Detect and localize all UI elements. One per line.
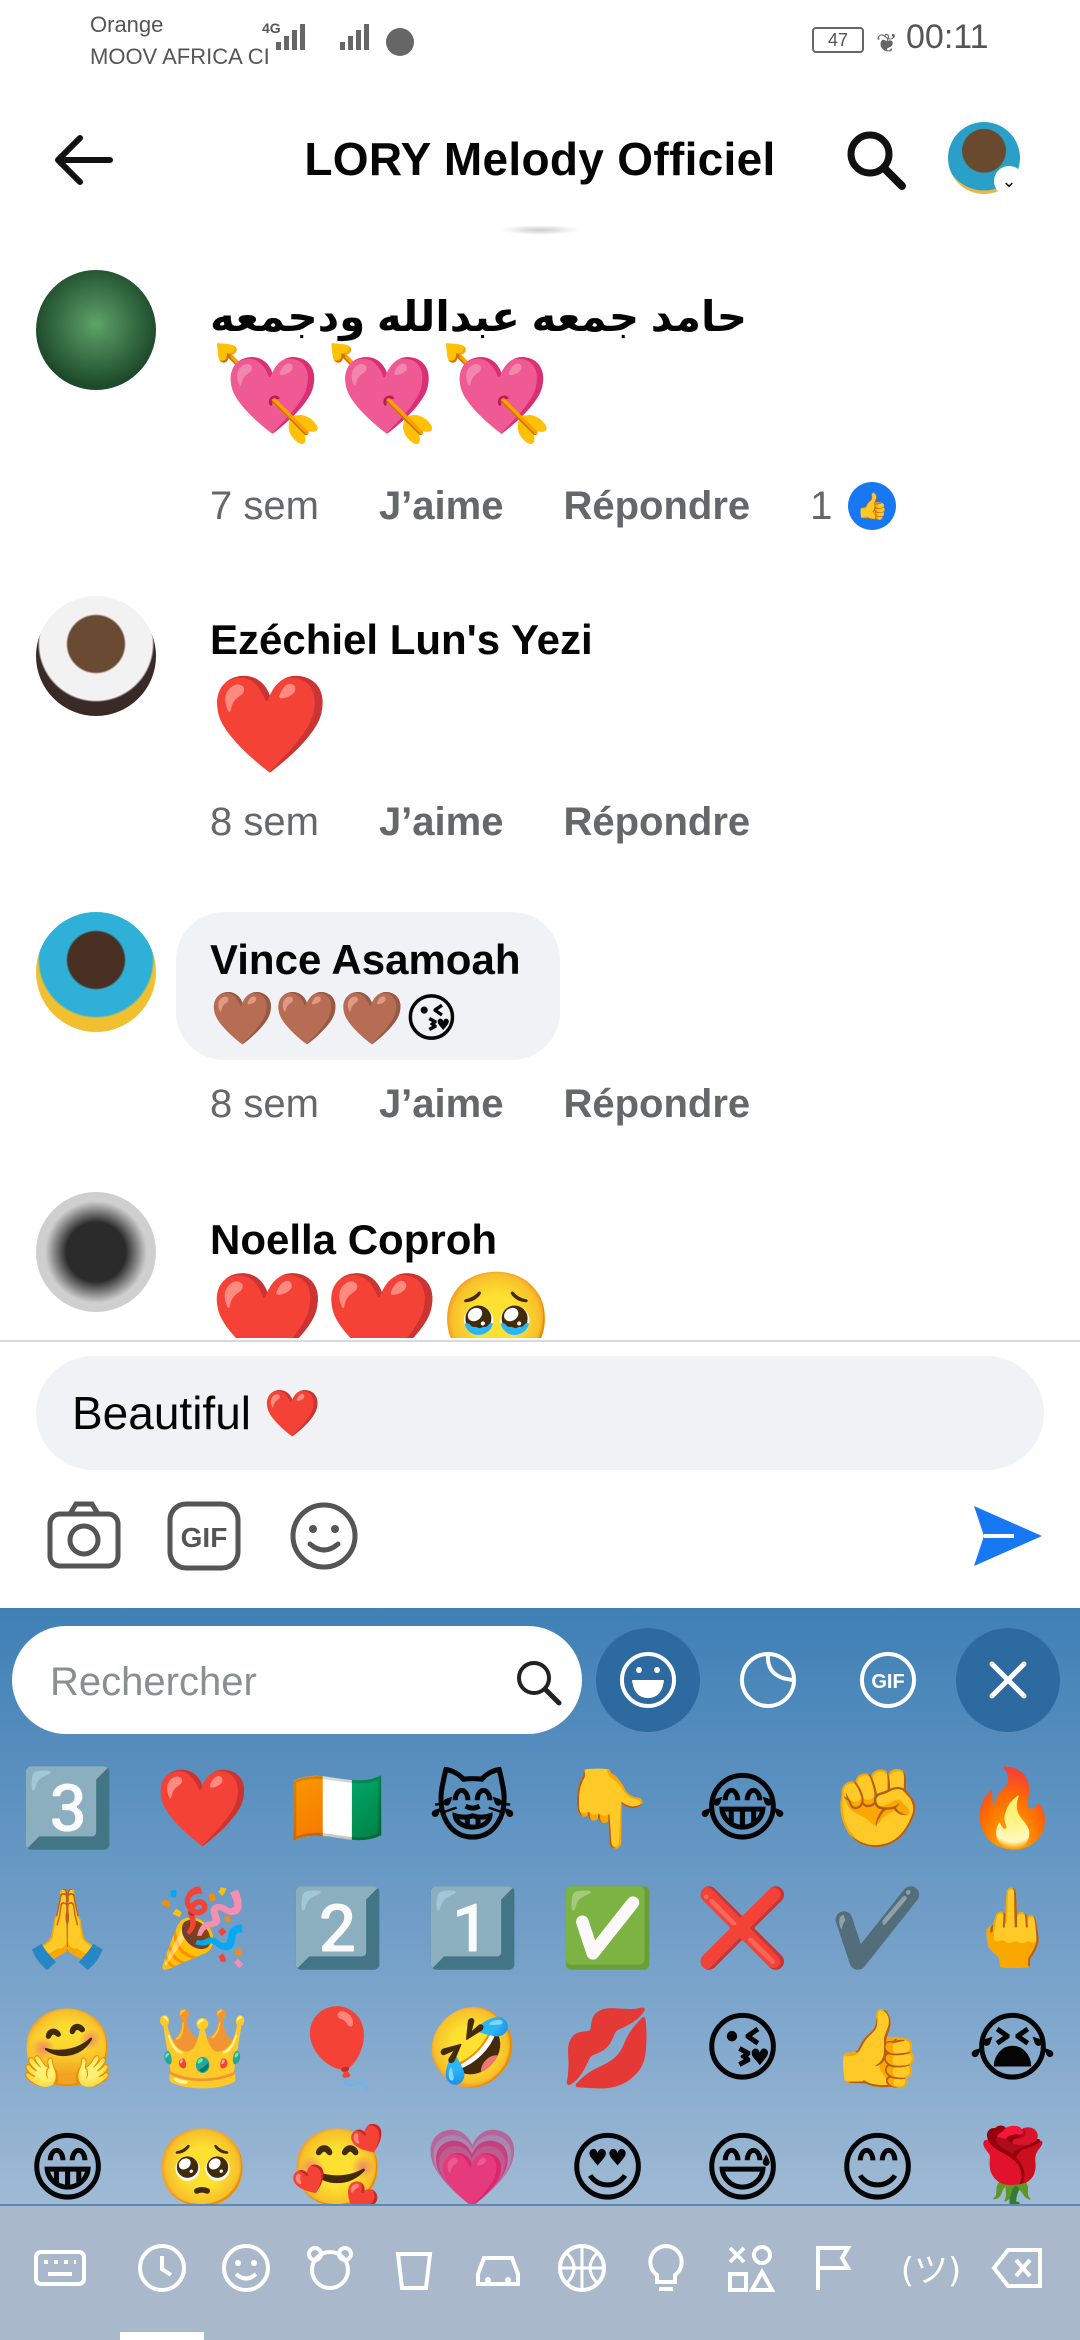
emoji-search-placeholder: Rechercher	[50, 1660, 257, 1704]
emoji-key[interactable]: 💋	[540, 1988, 675, 2108]
comment-time: 7 sem	[210, 483, 319, 528]
comment-time: 8 sem	[210, 1082, 319, 1126]
carrier-name-1: Orange	[90, 12, 164, 37]
emoji-key[interactable]: ❌	[675, 1868, 810, 1988]
close-icon	[989, 1661, 1027, 1699]
reply-button[interactable]: Répondre	[563, 484, 750, 529]
like-count: 1	[810, 483, 833, 528]
emoji-icon[interactable]	[286, 1500, 362, 1572]
emoji-key[interactable]: ✅	[540, 1868, 675, 1988]
sticker-tab[interactable]	[716, 1628, 820, 1732]
signal-icon-2	[340, 24, 369, 50]
comment-text: 💘💘💘	[210, 340, 554, 447]
search-icon[interactable]	[512, 1656, 564, 1708]
emoji-key[interactable]: ✊	[810, 1748, 945, 1868]
like-button[interactable]: J’aime	[379, 484, 504, 529]
like-button[interactable]: J’aime	[379, 1082, 504, 1127]
gif-tab[interactable]: GIF	[836, 1628, 940, 1732]
comment-text: 🤎🤎🤎😘	[210, 989, 459, 1049]
kaomoji-icon[interactable]: (ツ)	[890, 2240, 972, 2296]
emoji-key[interactable]: 🎉	[135, 1868, 270, 1988]
emoji-search-field[interactable]: Rechercher	[12, 1626, 582, 1734]
divider	[0, 1340, 1080, 1342]
emoji-key[interactable]: 👇	[540, 1748, 675, 1868]
avatar[interactable]	[36, 270, 156, 390]
page-title: LORY Melody Officiel	[304, 133, 776, 185]
cup-icon[interactable]	[386, 2240, 442, 2296]
emoji-tab[interactable]	[596, 1628, 700, 1732]
comment-author[interactable]: Vince Asamoah	[210, 936, 520, 984]
comment-input[interactable]: Beautiful ❤️	[36, 1356, 1044, 1470]
emoji-key[interactable]: 3️⃣	[0, 1748, 135, 1868]
camera-icon[interactable]	[46, 1500, 122, 1572]
signal-icon	[276, 24, 305, 50]
avatar[interactable]	[36, 1192, 156, 1312]
emoji-key[interactable]: 🇨🇮	[270, 1748, 405, 1868]
comment-item: Noella Coproh ❤️❤️🥹	[0, 1192, 1080, 1338]
avatar[interactable]	[36, 912, 156, 1032]
backspace-icon[interactable]	[990, 2240, 1046, 2296]
clock-time: 00:11	[906, 18, 989, 56]
close-button[interactable]	[956, 1628, 1060, 1732]
like-button[interactable]: J’aime	[379, 800, 504, 845]
divider	[500, 225, 580, 235]
reply-button[interactable]: Répondre	[563, 1082, 750, 1127]
comment-author[interactable]: Noella Coproh	[210, 1216, 497, 1264]
keyboard-icon[interactable]	[32, 2240, 88, 2296]
chevron-down-icon[interactable]: ⌄	[994, 166, 1024, 196]
sticker-icon	[740, 1651, 797, 1708]
emoji-grid: 3️⃣ ❤️ 🇨🇮 😹 👇 😂 ✊ 🔥 🙏 🎉 2️⃣ 1️⃣ ✅ ❌ ✔️ 🖕 🤗 👑 🎈 🤣 💋 😘 👍 😭 😁 🥺 🥰 💗 😍 😅 😊…	[0, 1748, 1080, 2228]
status-bar: Orange MOOV AFRICA CI 4G 47 ❦ 00:11	[0, 0, 1080, 90]
gif-icon[interactable]: GIF	[166, 1500, 242, 1572]
emoji-key[interactable]: 🎈	[270, 1988, 405, 2108]
emoji-key[interactable]: 👑	[135, 1988, 270, 2108]
emoji-key[interactable]: ✔️	[810, 1868, 945, 1988]
send-icon[interactable]	[970, 1500, 1046, 1572]
emoji-key[interactable]: 🔥	[945, 1748, 1080, 1868]
clock-icon[interactable]	[134, 2240, 190, 2296]
emoji-key[interactable]: 🙏	[0, 1868, 135, 1988]
symbols-icon[interactable]	[722, 2240, 778, 2296]
comment-author[interactable]: Ezéchiel Lun's Yezi	[210, 616, 593, 664]
carrier-name-2: MOOV AFRICA CI	[90, 44, 270, 69]
emoji-key[interactable]: 🤣	[405, 1988, 540, 2108]
avatar[interactable]	[36, 596, 156, 716]
svg-text:GIF: GIF	[181, 1522, 228, 1553]
top-app-bar: LORY Melody Officiel ⌄	[0, 100, 1080, 220]
emoji-key[interactable]: 😹	[405, 1748, 540, 1868]
emoji-key[interactable]: 🤗	[0, 1988, 135, 2108]
emoji-key[interactable]: 👍	[810, 1988, 945, 2108]
bulb-icon[interactable]	[638, 2240, 694, 2296]
emoji-key[interactable]: ❤️	[135, 1748, 270, 1868]
emoji-key[interactable]: 😂	[675, 1748, 810, 1868]
ball-icon[interactable]	[554, 2240, 610, 2296]
comment-author[interactable]: حامد جمعه عبدالله ودجمعه	[210, 292, 747, 341]
emoji-key[interactable]: 😭	[945, 1988, 1080, 2108]
comment-text: ❤️❤️🥹	[210, 1266, 554, 1338]
reply-button[interactable]: Répondre	[563, 800, 750, 845]
emoji-key[interactable]: 1️⃣	[405, 1868, 540, 1988]
smiley-icon[interactable]	[218, 2240, 274, 2296]
comment-text: ❤️	[210, 668, 330, 780]
messenger-icon	[386, 28, 414, 56]
svg-text:(ツ): (ツ)	[901, 2251, 962, 2291]
bear-icon[interactable]	[302, 2240, 358, 2296]
emoji-key[interactable]: 😘	[675, 1988, 810, 2108]
emoji-category-bar: (ツ)	[0, 2204, 1080, 2340]
emoji-key[interactable]: 2️⃣	[270, 1868, 405, 1988]
emoji-key[interactable]: 🖕	[945, 1868, 1080, 1988]
comment-time: 8 sem	[210, 800, 319, 844]
leaf-icon: ❦	[876, 28, 898, 58]
home-indicator	[120, 2332, 204, 2340]
flag-icon[interactable]	[806, 2240, 862, 2296]
search-icon[interactable]	[840, 124, 912, 196]
battery-icon: 47	[812, 27, 864, 53]
reaction-count[interactable]: 1 👍	[810, 482, 897, 530]
gif-icon: GIF	[860, 1652, 916, 1708]
car-icon[interactable]	[470, 2240, 526, 2296]
smiley-icon	[620, 1652, 676, 1708]
thumbs-up-icon: 👍	[848, 482, 897, 530]
svg-text:GIF: GIF	[871, 1671, 904, 1693]
